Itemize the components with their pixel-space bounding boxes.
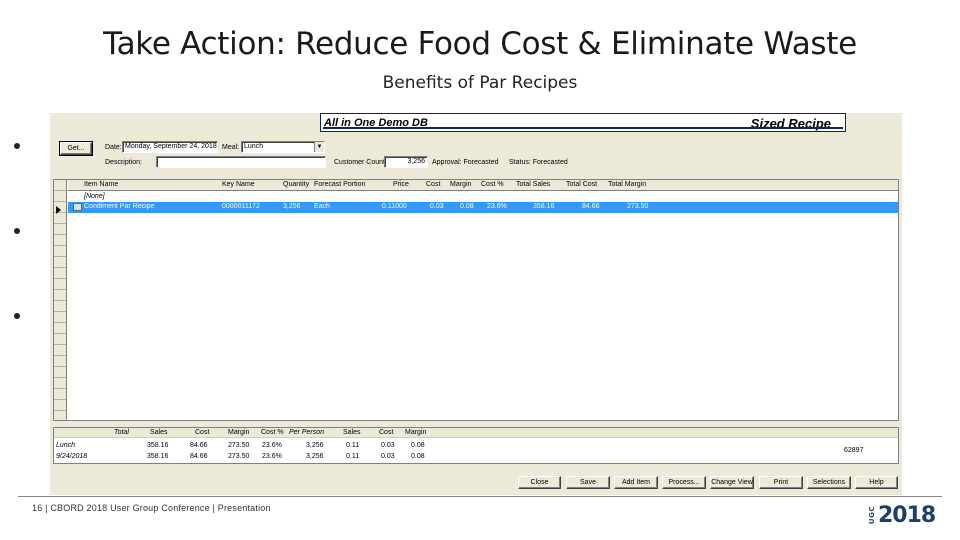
bullet [14, 143, 20, 149]
grid-header: Item Name Key Name Quantity Forecast Por… [68, 180, 898, 191]
approval-status: Approval: Forecasted [432, 159, 499, 166]
customer-count-label: Customer Count: [334, 159, 387, 166]
summary-row-date: 9/24/2018 358.16 84.66 273.50 23.6% 3,25… [54, 452, 898, 463]
get-button[interactable]: Get... [60, 142, 92, 155]
cell-total-margin: 273.50 [627, 203, 649, 210]
col-key-name[interactable]: Key Name [222, 180, 255, 190]
recipe-icon [73, 203, 82, 211]
cell-key-name: 0000011172 [222, 203, 260, 210]
summary-pp-sales: 0.11 [346, 442, 360, 449]
add-item-button[interactable]: Add Item [614, 476, 658, 489]
footer-divider [18, 496, 942, 497]
recipe-status: Status: Forecasted [509, 159, 568, 166]
summary-cost-pct: 23.6% [262, 453, 282, 460]
current-row-arrow-icon [56, 206, 61, 214]
summary-cost-pct: 23.6% [262, 442, 282, 449]
sum-col-sales: Sales [150, 429, 168, 436]
cell-item-name: Condiment Par Recipe [84, 203, 155, 210]
summary-margin: 273.50 [228, 453, 250, 460]
summary-margin: 273.50 [228, 442, 250, 449]
meal-select[interactable]: Lunch ▼ [241, 141, 325, 153]
col-quantity[interactable]: Quantity [283, 180, 309, 190]
close-button[interactable]: Close [518, 476, 561, 489]
chevron-down-icon[interactable]: ▼ [314, 142, 324, 152]
col-item-name[interactable]: Item Name [84, 180, 118, 190]
meal-value: Lunch [244, 143, 264, 150]
window-header: All in One Demo DB Sized Recipe [320, 113, 846, 132]
col-cost[interactable]: Cost [426, 180, 440, 190]
cell-forecast-portion: Each [314, 203, 330, 210]
summary-pp-cost: 0.03 [381, 442, 395, 449]
bullet [14, 228, 20, 234]
logo-year-text: 2018 [878, 502, 936, 528]
col-total-cost[interactable]: Total Cost [566, 180, 597, 190]
recipe-grid: Item Name Key Name Quantity Forecast Por… [53, 179, 899, 421]
cell-margin: 0.08 [460, 203, 474, 210]
ugc-2018-logo: UGC 2018 [868, 502, 936, 528]
description-label: Description: [105, 159, 142, 166]
slide-title: Take Action: Reduce Food Cost & Eliminat… [103, 26, 857, 62]
table-row-selected[interactable]: Condiment Par Recipe 0000011172 3,256 Ea… [68, 202, 898, 213]
summary-pp-margin: 0.08 [411, 453, 425, 460]
summary-per-person: 3,256 [306, 453, 324, 460]
summary-pp-sales: 0.11 [346, 453, 360, 460]
sum-col-cost-pct: Cost % [261, 429, 284, 436]
customer-count-field[interactable]: 3,256 [384, 156, 428, 168]
sum-col-cost: Cost [195, 429, 210, 436]
sum-col-pp-cost: Cost [379, 429, 394, 436]
summary-panel: Total Sales Cost Margin Cost % Per Perso… [53, 427, 899, 464]
summary-sales: 358.16 [147, 453, 169, 460]
footer-text: 16 | CBORD 2018 User Group Conference | … [32, 503, 271, 513]
sum-col-pp-sales: Sales [343, 429, 361, 436]
sum-col-pp-margin: Margin [405, 429, 427, 436]
col-price[interactable]: Price [393, 180, 409, 190]
description-field[interactable] [156, 156, 326, 168]
header-divider [323, 127, 843, 129]
record-id: 62897 [844, 447, 864, 454]
sum-col-margin: Margin [228, 429, 250, 436]
cell-quantity: 3,256 [283, 203, 301, 210]
sized-recipe-window: All in One Demo DB Sized Recipe Get... D… [50, 113, 902, 495]
col-total-sales[interactable]: Total Sales [516, 180, 550, 190]
date-field[interactable]: Monday, September 24, 2018 [122, 141, 218, 153]
summary-cost: 84.66 [190, 442, 208, 449]
selections-button[interactable]: Selections [807, 476, 851, 489]
none-row-label: [None] [84, 193, 105, 200]
criteria-panel: Get... Date: Monday, September 24, 2018 … [56, 135, 896, 181]
process-button[interactable]: Process... [662, 476, 706, 489]
bullet [14, 313, 20, 319]
summary-label: Lunch [56, 442, 76, 449]
summary-pp-cost: 0.03 [381, 453, 395, 460]
cell-total-cost: 84.66 [582, 203, 600, 210]
summary-row-lunch: Lunch 358.16 84.66 273.50 23.6% 3,256 0.… [54, 441, 898, 452]
print-button[interactable]: Print [759, 476, 803, 489]
cell-total-sales: 358.16 [533, 203, 555, 210]
col-forecast-portion[interactable]: Forecast Portion [314, 180, 365, 190]
meal-label: Meal: [222, 144, 240, 151]
summary-pp-margin: 0.08 [411, 442, 425, 449]
row-selector-column [54, 180, 67, 420]
slide-subtitle: Benefits of Par Recipes [382, 73, 578, 93]
summary-label: 9/24/2018 [56, 453, 88, 460]
change-view-button[interactable]: Change View [710, 476, 754, 489]
cell-price: 0.11000 [382, 203, 407, 210]
save-button[interactable]: Save [566, 476, 610, 489]
summary-cost: 84.66 [190, 453, 208, 460]
col-margin[interactable]: Margin [450, 180, 471, 190]
action-bar: Close Save Add Item Process... Change Vi… [50, 470, 902, 495]
col-total-margin[interactable]: Total Margin [608, 180, 646, 190]
sum-col-total: Total [114, 429, 129, 436]
summary-per-person: 3,256 [306, 442, 324, 449]
date-label: Date: [105, 144, 122, 151]
sum-col-per-person: Per Person [289, 429, 325, 436]
col-cost-pct[interactable]: Cost % [481, 180, 504, 190]
logo-ugc-text: UGC [868, 505, 876, 525]
cell-cost-pct: 23.6% [487, 203, 507, 210]
summary-header: Total Sales Cost Margin Cost % Per Perso… [54, 428, 898, 438]
help-button[interactable]: Help [855, 476, 898, 489]
cell-cost: 0.03 [430, 203, 444, 210]
summary-sales: 358.16 [147, 442, 169, 449]
